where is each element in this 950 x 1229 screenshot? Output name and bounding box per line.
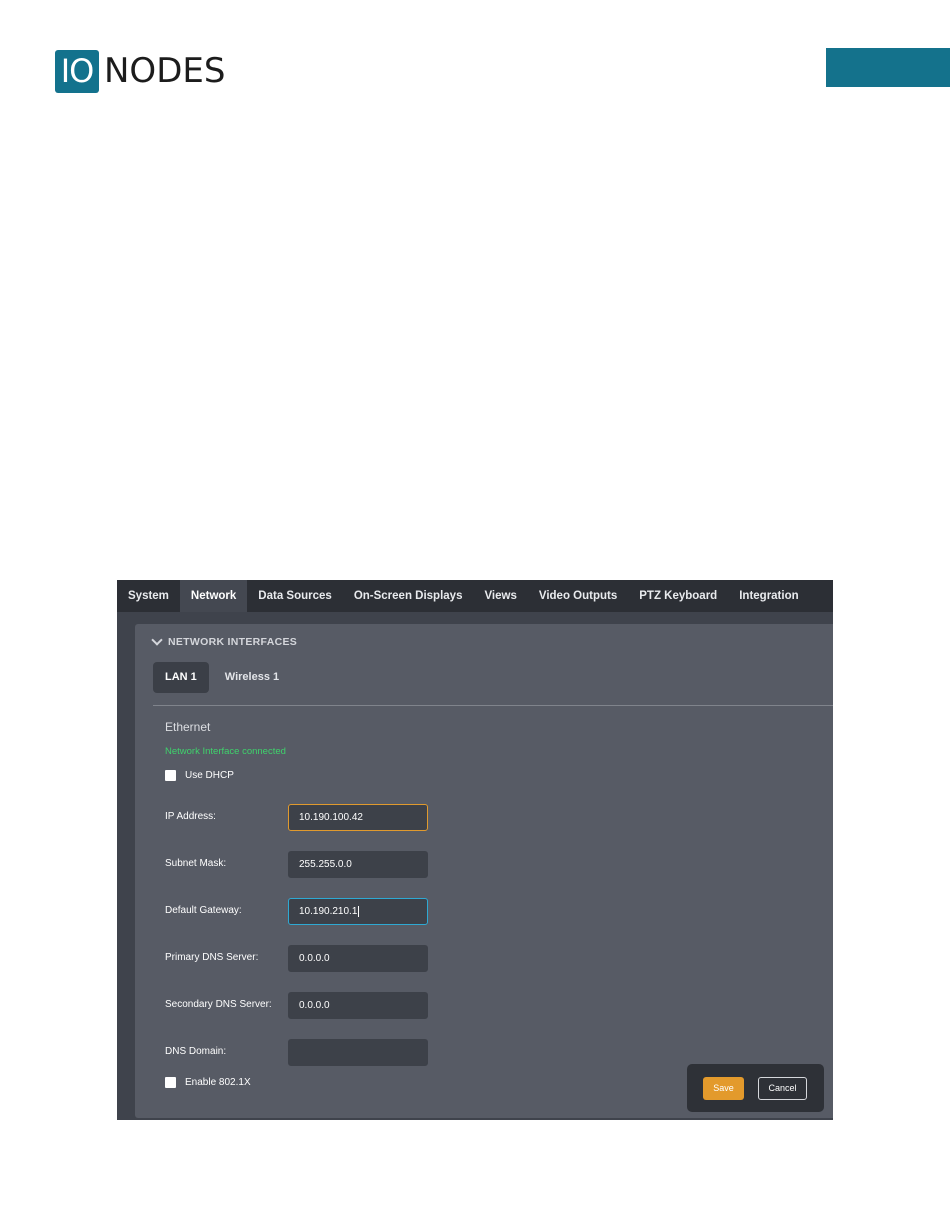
use-dhcp-label: Use DHCP xyxy=(185,770,234,781)
use-dhcp-checkbox[interactable] xyxy=(165,770,176,781)
section-title: NETWORK INTERFACES xyxy=(168,636,298,648)
enable-8021x-label: Enable 802.1X xyxy=(185,1077,251,1088)
primary-dns-input[interactable]: 0.0.0.0 xyxy=(288,945,428,972)
main-nav-bar: System Network Data Sources On-Screen Di… xyxy=(117,580,833,612)
dns-domain-input[interactable] xyxy=(288,1039,428,1066)
tab-on-screen-displays[interactable]: On-Screen Displays xyxy=(343,580,474,612)
tab-views[interactable]: Views xyxy=(473,580,527,612)
save-button[interactable]: Save xyxy=(703,1077,744,1100)
logo-wordmark: NODES xyxy=(104,51,226,91)
tab-system[interactable]: System xyxy=(117,580,180,612)
dns-domain-label: DNS Domain: xyxy=(165,1046,227,1057)
default-gateway-input[interactable]: 10.190.210.1 xyxy=(288,898,428,925)
primary-dns-label: Primary DNS Server: xyxy=(165,952,259,963)
tab-lan-1[interactable]: LAN 1 xyxy=(153,662,209,693)
tab-video-outputs[interactable]: Video Outputs xyxy=(528,580,628,612)
default-gateway-label: Default Gateway: xyxy=(165,905,242,916)
default-gateway-value: 10.190.210.1 xyxy=(299,906,358,917)
ionodes-logo: IO NODES xyxy=(55,50,225,93)
tab-wireless-1[interactable]: Wireless 1 xyxy=(213,662,291,693)
app-window: System Network Data Sources On-Screen Di… xyxy=(117,580,833,1120)
subnet-mask-label: Subnet Mask: xyxy=(165,858,227,869)
action-bar: Save Cancel xyxy=(687,1064,824,1112)
subnet-mask-input[interactable]: 255.255.0.0 xyxy=(288,851,428,878)
tab-data-sources[interactable]: Data Sources xyxy=(247,580,343,612)
enable-8021x-checkbox[interactable] xyxy=(165,1077,176,1088)
header-accent-bar xyxy=(826,48,950,87)
logo-mark: IO xyxy=(55,50,99,93)
ip-address-input[interactable]: 10.190.100.42 xyxy=(288,804,428,831)
divider xyxy=(153,705,833,706)
text-caret xyxy=(358,905,360,917)
chevron-down-icon xyxy=(151,634,163,646)
network-interfaces-panel: NETWORK INTERFACES LAN 1 Wireless 1 Ethe… xyxy=(135,624,833,1118)
tab-ptz-keyboard[interactable]: PTZ Keyboard xyxy=(628,580,728,612)
section-header[interactable]: NETWORK INTERFACES xyxy=(151,634,298,648)
tab-integration[interactable]: Integration xyxy=(728,580,809,612)
enable-8021x-row: Enable 802.1X xyxy=(165,1077,251,1088)
secondary-dns-input[interactable]: 0.0.0.0 xyxy=(288,992,428,1019)
ethernet-title: Ethernet xyxy=(165,720,211,734)
ip-address-label: IP Address: xyxy=(165,811,216,822)
interface-tabs: LAN 1 Wireless 1 xyxy=(153,662,291,693)
cancel-button[interactable]: Cancel xyxy=(758,1077,807,1100)
status-text: Network Interface connected xyxy=(165,746,286,757)
tab-network[interactable]: Network xyxy=(179,580,248,612)
use-dhcp-row: Use DHCP xyxy=(165,770,234,781)
secondary-dns-label: Secondary DNS Server: xyxy=(165,999,272,1010)
